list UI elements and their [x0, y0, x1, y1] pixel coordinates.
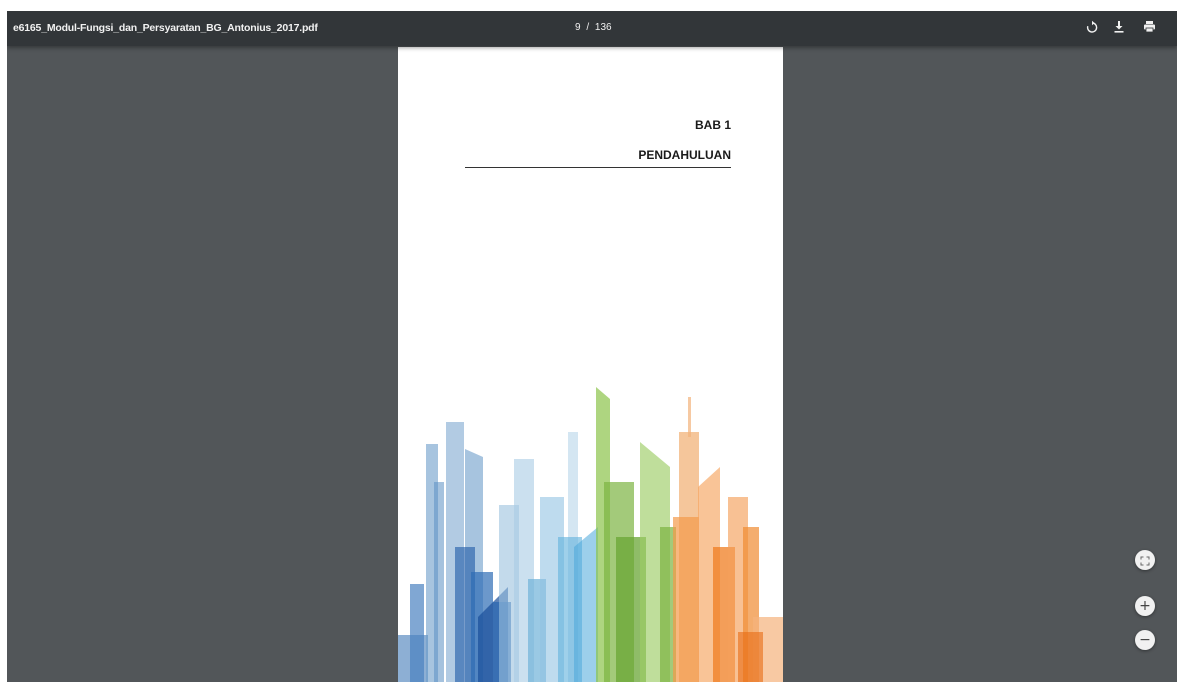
- current-page[interactable]: 9: [575, 22, 581, 33]
- document-title: e6165_Modul-Fungsi_dan_Persyaratan_BG_An…: [13, 22, 318, 34]
- page-separator: /: [586, 22, 590, 33]
- pdf-page: BAB 1 PENDAHULUAN: [398, 47, 783, 682]
- print-button[interactable]: [1140, 20, 1158, 38]
- city-skyline-illustration: [398, 387, 783, 682]
- download-button[interactable]: [1110, 20, 1128, 38]
- total-pages: 136: [594, 22, 612, 33]
- page-indicator: 9 / 136: [575, 22, 612, 33]
- print-icon: [1143, 20, 1156, 38]
- rotate-icon: [1086, 20, 1098, 38]
- zoom-in-button[interactable]: +: [1135, 596, 1155, 616]
- pdf-viewer: e6165_Modul-Fungsi_dan_Persyaratan_BG_An…: [7, 11, 1177, 682]
- chapter-number: BAB 1: [694, 118, 731, 132]
- chapter-title: PENDAHULUAN: [638, 148, 731, 162]
- zoom-out-button[interactable]: −: [1135, 630, 1155, 650]
- viewer-toolbar: e6165_Modul-Fungsi_dan_Persyaratan_BG_An…: [7, 11, 1177, 46]
- title-rule: [465, 167, 731, 168]
- fit-to-page-button[interactable]: [1135, 550, 1155, 570]
- rotate-button[interactable]: [1083, 20, 1101, 38]
- download-icon: [1113, 20, 1125, 38]
- fit-to-page-icon: [1140, 551, 1150, 570]
